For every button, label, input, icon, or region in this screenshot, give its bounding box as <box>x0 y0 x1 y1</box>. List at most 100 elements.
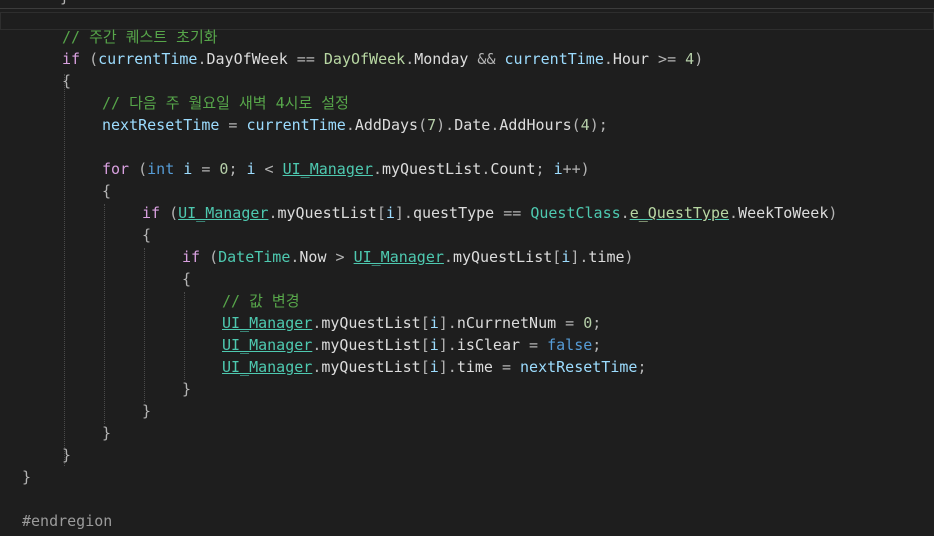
code-token: Now <box>299 248 327 266</box>
code-token: myQuestList <box>321 336 421 354</box>
code-token: . <box>197 50 207 68</box>
code-token: ]. <box>438 314 457 332</box>
code-token: Monday <box>414 50 469 68</box>
code-token: ]. <box>438 358 457 376</box>
code-token: [ <box>552 248 562 266</box>
code-line: if (UI_Manager.myQuestList[i].questType … <box>142 202 837 224</box>
code-token: int <box>147 160 175 178</box>
code-token: [ <box>420 358 430 376</box>
code-token: < <box>255 160 283 178</box>
code-token: = <box>520 336 548 354</box>
code-token: i <box>429 336 439 354</box>
code-token: if <box>182 248 201 266</box>
code-token: ; <box>637 358 647 376</box>
code-token: } <box>142 402 152 420</box>
indent-guide <box>184 292 185 380</box>
code-token: { <box>142 226 152 244</box>
code-token: myQuestList <box>321 358 421 376</box>
code-token: [ <box>420 336 430 354</box>
code-token: i <box>246 160 256 178</box>
code-token: DateTime <box>218 248 291 266</box>
code-token: } <box>22 468 32 486</box>
code-token: if <box>62 50 81 68</box>
indent-guide <box>104 204 105 424</box>
code-token: ++) <box>562 160 590 178</box>
code-token: . <box>729 204 739 222</box>
code-line: UI_Manager.myQuestList[i].isClear = fals… <box>222 334 601 356</box>
code-line: UI_Manager.myQuestList[i].time = nextRes… <box>222 356 646 378</box>
code-token: UI_Manager <box>222 336 313 354</box>
code-token: ). <box>436 116 455 134</box>
code-token: = <box>219 116 247 134</box>
code-token: } <box>102 424 112 442</box>
code-token: . <box>603 50 613 68</box>
indent-guide <box>64 74 65 466</box>
code-token: . <box>312 336 322 354</box>
code-token: // 값 변경 <box>222 292 300 310</box>
code-token: i <box>183 160 193 178</box>
code-token: isClear <box>456 336 521 354</box>
code-token: } <box>182 380 192 398</box>
code-token: Hour <box>612 50 650 68</box>
code-token: myQuestList <box>321 314 421 332</box>
code-token: ; <box>592 336 602 354</box>
code-line: // 주간 퀘스트 초기화 <box>62 26 218 48</box>
code-token: ( <box>129 160 148 178</box>
code-token: > <box>326 248 354 266</box>
code-line: nextResetTime = currentTime.AddDays(7).D… <box>102 114 608 136</box>
code-line: #endregion <box>22 510 112 532</box>
code-token: false <box>547 336 593 354</box>
code-line: { <box>142 224 151 246</box>
code-token: currentTime <box>98 50 198 68</box>
code-token: ; <box>535 160 554 178</box>
code-line: UI_Manager.myQuestList[i].nCurrnetNum = … <box>222 312 601 334</box>
code-token: && <box>468 50 505 68</box>
code-token: myQuestList <box>277 204 377 222</box>
code-line: // 다음 주 월요일 새벽 4시로 설정 <box>102 92 349 114</box>
code-token: >= <box>649 50 686 68</box>
code-token: // 다음 주 월요일 새벽 4시로 설정 <box>102 94 349 112</box>
code-line: } <box>182 378 191 400</box>
code-token: #endregion <box>22 512 113 530</box>
code-token: ) <box>828 204 838 222</box>
code-token: ; <box>228 160 247 178</box>
code-token: ]. <box>570 248 589 266</box>
code-editor[interactable]: } // 주간 퀘스트 초기화 if ( currentTime. DayOfWeek… <box>0 0 934 536</box>
code-token: ; <box>592 314 602 332</box>
code-token: { <box>102 182 112 200</box>
code-token: nextResetTime <box>520 358 638 376</box>
code-token: = <box>192 160 220 178</box>
code-token: currentTime <box>504 50 604 68</box>
code-token: i <box>385 204 395 222</box>
code-line: { <box>62 70 71 92</box>
code-token: time <box>588 248 625 266</box>
code-token: ) <box>624 248 634 266</box>
code-token: e_QuestType <box>629 204 730 222</box>
code-token: i <box>561 248 571 266</box>
code-token: Count <box>490 160 536 178</box>
indent-guide <box>144 248 145 402</box>
code-token: nextResetTime <box>102 116 220 134</box>
code-token: . <box>443 248 453 266</box>
code-token: myQuestList <box>452 248 553 266</box>
code-token: i <box>553 160 563 178</box>
code-token: [ <box>376 204 386 222</box>
code-token: = <box>556 314 584 332</box>
code-token: DayOfWeek <box>323 50 406 68</box>
code-line: } <box>22 466 31 488</box>
top-divider <box>0 8 934 9</box>
code-token: // 주간 퀘스트 초기화 <box>62 28 218 46</box>
code-line: { <box>182 268 191 290</box>
code-token: . <box>312 314 322 332</box>
code-line: if (DateTime.Now > UI_Manager.myQuestLis… <box>182 246 634 268</box>
code-token: WeekToWeek <box>738 204 829 222</box>
code-token: QuestClass <box>530 204 621 222</box>
code-line: for (int i = 0; i < UI_Manager.myQuestLi… <box>102 158 590 180</box>
code-token: == <box>287 50 324 68</box>
code-token: ( <box>160 204 179 222</box>
code-token: UI_Manager <box>282 160 373 178</box>
code-token: i <box>429 314 439 332</box>
code-line: } <box>62 444 71 466</box>
code-token: ); <box>589 116 608 134</box>
code-token: ( <box>418 116 428 134</box>
